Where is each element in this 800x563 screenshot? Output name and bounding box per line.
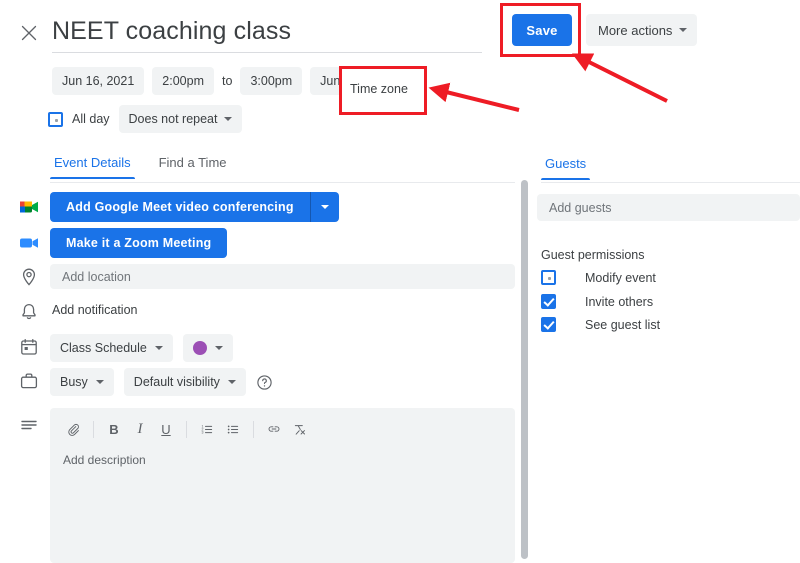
permission-label: Modify event [585, 270, 656, 285]
guests-divider [541, 182, 800, 183]
bell-icon [18, 301, 40, 323]
meet-options-dropdown[interactable] [310, 192, 339, 222]
to-label: to [222, 74, 233, 88]
all-day-row: All day Does not repeat [48, 105, 243, 133]
availability-row: Busy Default visibility [50, 368, 273, 396]
permission-label: See guest list [585, 317, 661, 332]
page-title[interactable]: NEET coaching class [52, 17, 291, 46]
description-toolbar: B I U 1 2 3 [50, 414, 313, 444]
toolbar-separator [253, 420, 254, 438]
chevron-down-icon [227, 380, 236, 384]
add-notification-button[interactable]: Add notification [52, 303, 137, 317]
visibility-value: Default visibility [133, 375, 220, 389]
guest-permissions-label: Guest permissions [541, 248, 645, 262]
add-guests-input[interactable] [537, 194, 800, 221]
calendar-selection-row: Class Schedule [50, 334, 233, 362]
see-guest-list-checkbox[interactable] [541, 317, 556, 332]
make-zoom-meeting-button[interactable]: Make it a Zoom Meeting [50, 228, 228, 258]
underline-icon[interactable]: U [153, 416, 179, 442]
google-meet-button-group: Add Google Meet video conferencing [50, 192, 339, 222]
bulleted-list-icon[interactable] [220, 416, 246, 442]
description-lines-icon [18, 414, 40, 436]
all-day-checkbox[interactable] [48, 111, 63, 127]
calendar-value: Class Schedule [60, 341, 147, 355]
start-time-chip[interactable]: 2:00pm [152, 67, 214, 95]
more-actions-button[interactable]: More actions [586, 14, 698, 46]
add-google-meet-button[interactable]: Add Google Meet video conferencing [50, 192, 310, 222]
close-icon[interactable] [18, 22, 40, 44]
save-button[interactable]: Save [512, 14, 572, 46]
scrollbar-thumb[interactable] [521, 180, 528, 559]
repeat-label: Does not repeat [128, 112, 218, 126]
numbered-list-icon[interactable]: 1 2 3 [194, 416, 220, 442]
modify-event-checkbox[interactable] [541, 270, 556, 285]
tab-guests[interactable]: Guests [541, 156, 591, 180]
chevron-down-icon [214, 346, 223, 350]
map-pin-icon [18, 266, 40, 288]
tabs-divider [50, 182, 515, 183]
briefcase-icon [18, 370, 40, 392]
all-day-label: All day [72, 112, 110, 126]
toolbar-separator [93, 420, 94, 438]
event-tabs: Event Details Find a Time [50, 155, 231, 179]
calendar-dropdown[interactable]: Class Schedule [50, 334, 173, 362]
calendar-icon [18, 336, 40, 358]
more-actions-label: More actions [598, 22, 673, 38]
busy-value: Busy [60, 375, 88, 389]
link-icon[interactable] [261, 416, 287, 442]
permission-label: Invite others [585, 294, 654, 309]
permission-modify-event[interactable]: Modify event [541, 270, 656, 285]
busy-dropdown[interactable]: Busy [50, 368, 114, 396]
attach-icon[interactable] [60, 416, 86, 442]
chevron-down-icon [320, 205, 329, 209]
description-placeholder: Add description [63, 453, 146, 467]
description-box[interactable]: B I U 1 2 3 Add description [50, 408, 515, 563]
tab-event-details[interactable]: Event Details [50, 155, 135, 179]
start-date-chip[interactable]: Jun 16, 2021 [52, 67, 145, 95]
title-underline [52, 52, 482, 53]
remove-formatting-icon[interactable] [287, 416, 313, 442]
svg-text:3: 3 [202, 430, 204, 434]
tab-find-a-time[interactable]: Find a Time [155, 155, 231, 179]
event-color-dropdown[interactable] [182, 334, 233, 362]
arrow-to-save [571, 53, 668, 103]
chevron-down-icon [224, 117, 233, 121]
schedule-row: Jun 16, 2021 2:00pm to 3:00pm Jun 16, 20… [52, 67, 488, 95]
google-meet-icon [18, 196, 40, 218]
permission-invite-others[interactable]: Invite others [541, 294, 653, 309]
guests-tab-wrap: Guests [541, 155, 591, 180]
event-color-swatch [192, 341, 207, 355]
italic-icon[interactable]: I [127, 416, 153, 442]
toolbar-separator [186, 420, 187, 438]
video-camera-icon [18, 232, 40, 254]
visibility-dropdown[interactable]: Default visibility [123, 368, 246, 396]
repeat-dropdown[interactable]: Does not repeat [118, 105, 243, 133]
chevron-down-icon [95, 380, 104, 384]
chevron-down-icon [679, 28, 688, 32]
permission-see-guest-list[interactable]: See guest list [541, 317, 660, 332]
location-input[interactable] [50, 264, 515, 289]
event-header: NEET coaching class Save More actions [0, 0, 800, 58]
help-circle-icon[interactable] [256, 374, 273, 391]
chevron-down-icon [154, 346, 163, 350]
bold-icon[interactable]: B [101, 416, 127, 442]
end-date-chip[interactable]: Jun 16, 2021 [310, 67, 403, 95]
invite-others-checkbox[interactable] [541, 294, 556, 309]
end-time-chip[interactable]: 3:00pm [240, 67, 303, 95]
